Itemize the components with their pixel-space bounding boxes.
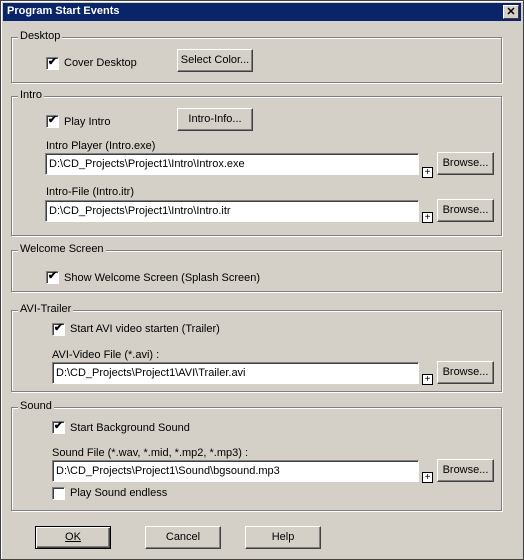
avi-legend: AVI-Trailer — [18, 303, 74, 315]
help-label: Help — [271, 531, 295, 543]
select-color-button[interactable]: Select Color... — [177, 49, 253, 72]
avi-file-label: AVI-Video File (*.avi) : — [52, 349, 160, 361]
intro-player-browse-button[interactable]: Browse... — [437, 152, 494, 175]
sound-browse-button[interactable]: Browse... — [437, 459, 494, 482]
play-endless-checkbox[interactable] — [52, 487, 65, 500]
show-welcome-label[interactable]: Show Welcome Screen (Splash Screen) — [64, 272, 260, 284]
sound-file-input[interactable]: D:\CD_Projects\Project1\Sound\bgsound.mp… — [52, 460, 419, 482]
browse-label: Browse... — [442, 157, 489, 169]
close-button[interactable]: ✕ — [503, 5, 519, 19]
cover-desktop-label[interactable]: Cover Desktop — [64, 57, 137, 69]
intro-file-label: Intro-File (Intro.itr) — [46, 186, 135, 198]
cancel-button[interactable]: Cancel — [145, 526, 221, 549]
intro-legend: Intro — [18, 89, 45, 101]
check-icon: ✔ — [47, 270, 58, 282]
sound-file-expand-icon[interactable]: + — [422, 472, 433, 483]
avi-browse-button[interactable]: Browse... — [437, 361, 494, 384]
intro-info-label: Intro-Info... — [188, 113, 242, 125]
start-avi-label[interactable]: Start AVI video starten (Trailer) — [70, 323, 220, 335]
close-icon: ✕ — [506, 6, 516, 18]
title-bar[interactable]: Program Start Events ✕ — [3, 3, 521, 21]
ok-label: OK — [65, 531, 81, 543]
window-title: Program Start Events — [7, 5, 120, 17]
sound-legend: Sound — [18, 400, 54, 412]
show-welcome-checkbox[interactable]: ✔ — [46, 270, 59, 284]
check-icon: ✔ — [53, 420, 64, 432]
check-icon: ✔ — [47, 114, 58, 126]
avi-file-expand-icon[interactable]: + — [422, 374, 433, 385]
desktop-legend: Desktop — [18, 30, 63, 42]
play-endless-label[interactable]: Play Sound endless — [70, 487, 167, 499]
help-button[interactable]: Help — [245, 526, 321, 549]
select-color-label: Select Color... — [180, 54, 250, 66]
cancel-label: Cancel — [165, 531, 201, 543]
start-avi-checkbox[interactable]: ✔ — [52, 322, 65, 336]
check-icon: ✔ — [47, 56, 58, 68]
play-intro-label[interactable]: Play Intro — [64, 116, 110, 128]
sound-file-label: Sound File (*.wav, *.mid, *.mp2, *.mp3) … — [52, 447, 249, 459]
welcome-group: Welcome Screen — [11, 243, 502, 292]
intro-file-expand-icon[interactable]: + — [422, 212, 433, 223]
browse-label: Browse... — [442, 366, 489, 378]
avi-file-input[interactable]: D:\CD_Projects\Project1\AVI\Trailer.avi — [52, 362, 419, 384]
start-sound-label[interactable]: Start Background Sound — [70, 422, 190, 434]
cover-desktop-checkbox[interactable]: ✔ — [46, 56, 59, 70]
check-icon: ✔ — [53, 322, 64, 334]
intro-player-input[interactable]: D:\CD_Projects\Project1\Intro\Introx.exe — [45, 153, 419, 175]
play-intro-checkbox[interactable]: ✔ — [46, 114, 59, 128]
intro-player-expand-icon[interactable]: + — [422, 167, 433, 178]
intro-file-input[interactable]: D:\CD_Projects\Project1\Intro\Intro.itr — [45, 200, 419, 222]
intro-player-label: Intro Player (Intro.exe) — [46, 140, 156, 152]
intro-file-browse-button[interactable]: Browse... — [437, 199, 494, 222]
browse-label: Browse... — [442, 204, 489, 216]
intro-info-button[interactable]: Intro-Info... — [177, 108, 253, 131]
ok-button[interactable]: OK — [35, 526, 111, 549]
start-sound-checkbox[interactable]: ✔ — [52, 420, 65, 434]
program-start-events-dialog: Program Start Events ✕ Desktop ✔ Cover D… — [0, 0, 524, 560]
welcome-legend: Welcome Screen — [18, 243, 106, 255]
browse-label: Browse... — [442, 464, 489, 476]
